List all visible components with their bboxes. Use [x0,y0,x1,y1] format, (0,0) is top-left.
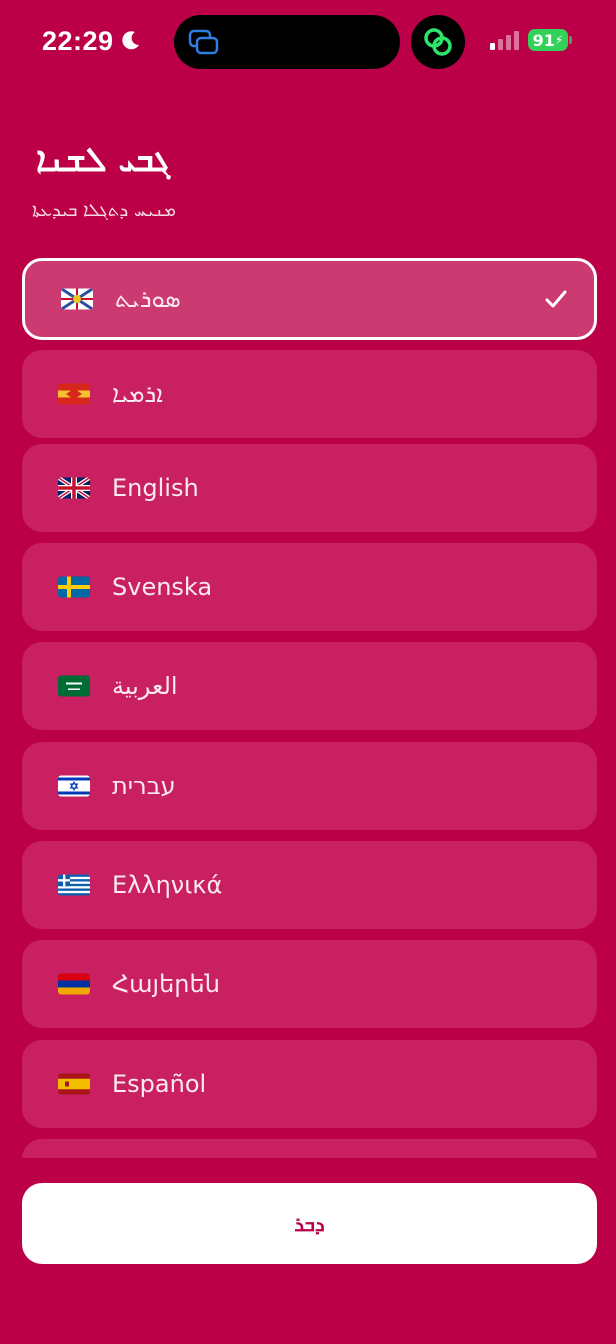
checkmark-icon [545,290,567,308]
spain-flag-icon [58,1073,90,1095]
language-label: עברית [112,772,176,800]
language-option-partial[interactable] [22,1139,597,1158]
language-label: Español [112,1070,207,1098]
language-list[interactable]: ܣܘܪܝܬ ܐܪܡܝܐ English Svenska العربية עברי… [22,258,597,1158]
assyrian-flag-icon [61,288,93,310]
language-label: English [112,474,199,502]
language-label: Ελληνικά [112,871,223,899]
language-option-english[interactable]: English [22,444,597,532]
language-option-svenska[interactable]: Svenska [22,543,597,631]
greece-flag-icon [58,874,90,896]
language-option-aramean[interactable]: ܐܪܡܝܐ [22,350,597,438]
israel-flag-icon [58,775,90,797]
saudi-flag-icon [58,675,90,697]
language-option-armenian[interactable]: Հայերեն [22,940,597,1028]
moon-icon [122,31,139,50]
language-label: Հայերեն [112,970,220,998]
language-option-assyrian[interactable]: ܣܘܪܝܬ [22,258,597,340]
page-title: ܓܒܝ ܠܫܢܐ [36,140,171,180]
link-icon [424,28,452,56]
aramean-flag-icon [58,383,90,405]
language-option-hebrew[interactable]: עברית [22,742,597,830]
language-label: العربية [112,672,178,700]
page-subtitle: ܡܢܝܚ ܕܬܓܠܐ ܒܝܕܥܬܐ [32,200,176,221]
uk-flag-icon [58,477,90,499]
next-button-label: ܕܒܪ [294,1211,325,1236]
screen-mirror-icon [188,29,219,55]
language-option-spanish[interactable]: Español [22,1040,597,1128]
status-time: 22:29 [42,26,114,56]
language-option-greek[interactable]: Ελληνικά [22,841,597,929]
language-label: Svenska [112,573,213,601]
battery-level: 91 [532,30,555,50]
battery-icon: 91 ⚡ [528,29,568,51]
armenia-flag-icon [58,973,90,995]
language-label: ܐܪܡܝܐ [112,380,163,408]
language-option-arabic[interactable]: العربية [22,642,597,730]
status-bar: 22:29 91 ⚡ [0,0,616,86]
signal-icon [490,31,519,50]
sweden-flag-icon [58,576,90,598]
language-label: ܣܘܪܝܬ [115,285,181,313]
next-button[interactable]: ܕܒܪ [22,1183,597,1264]
battery-tip [569,36,572,44]
